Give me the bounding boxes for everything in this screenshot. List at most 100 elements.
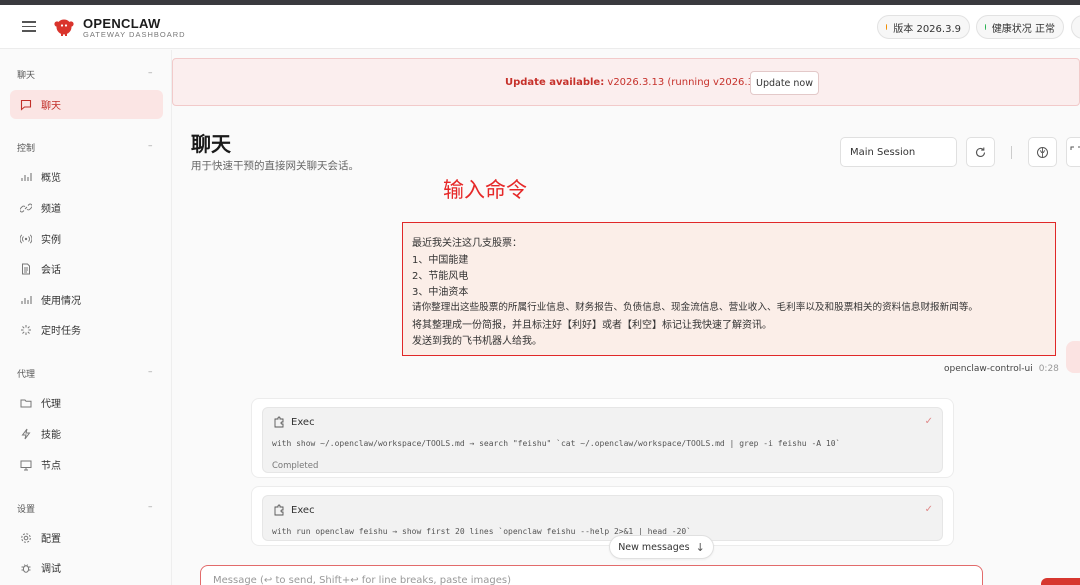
user-avatar [1066, 341, 1080, 373]
puzzle-icon [274, 504, 284, 516]
sidebar-item-label: 使用情况 [41, 296, 81, 307]
brand-name: OPENCLAW [83, 16, 161, 31]
sidebar-item-usage[interactable]: 使用情况 [10, 285, 163, 314]
health-pill: 健康状况 正常 [976, 15, 1064, 39]
sidebar-item-chat[interactable]: 聊天 [10, 90, 163, 119]
sidebar-item-label: 代理 [41, 399, 61, 410]
tool-name: Exec [291, 416, 315, 428]
update-now-button[interactable]: Update now [750, 71, 819, 95]
tool-name: Exec [291, 504, 315, 516]
collapse-icon[interactable]: – [148, 141, 153, 151]
broadcast-icon [19, 232, 33, 246]
sidebar-item-label: 频道 [41, 204, 61, 215]
message-line: 1、中国能建 [412, 255, 469, 266]
version-pill: 版本 2026.3.9 [877, 15, 970, 39]
sidebar-item-nodes[interactable]: 节点 [10, 450, 163, 479]
header-extra-button[interactable] [1071, 15, 1080, 39]
sidebar-section-control: 控制 [17, 144, 36, 154]
message-sender: openclaw-control-ui [944, 364, 1033, 374]
sidebar-item-skills[interactable]: 技能 [10, 419, 163, 448]
document-icon [19, 262, 33, 276]
sidebar-item-sessions[interactable]: 会话 [10, 254, 163, 283]
version-text: 版本 2026.3.9 [893, 23, 961, 35]
collapse-icon[interactable]: – [148, 367, 153, 377]
annotation-label: 输入命令 [443, 178, 527, 202]
send-button[interactable] [1041, 578, 1080, 585]
check-icon: ✓ [924, 504, 933, 515]
spark-icon [19, 323, 33, 337]
brand-subtitle: GATEWAY DASHBOARD [83, 30, 186, 39]
toolbar-divider [1011, 146, 1012, 159]
message-time: 0:28 [1038, 364, 1059, 374]
thinking-toggle-button[interactable] [1028, 137, 1057, 167]
tool-call-body: Exec ✓ with show ~/.openclaw/workspace/T… [262, 407, 943, 473]
expand-icon [1070, 146, 1080, 150]
page-title: 聊天 [191, 132, 231, 156]
sidebar-item-label: 定时任务 [41, 326, 81, 337]
new-messages-label: New messages [618, 541, 690, 553]
tool-call-card[interactable]: Exec ✓ with show ~/.openclaw/workspace/T… [251, 398, 954, 478]
tool-command: with show ~/.openclaw/workspace/TOOLS.md… [272, 439, 841, 448]
sidebar-section-chat: 聊天 [17, 71, 36, 81]
bar-chart-icon [19, 170, 33, 184]
bar-chart-icon [19, 293, 33, 307]
bolt-icon [19, 427, 33, 441]
arrow-down-icon: ↓ [695, 540, 705, 554]
user-message-bubble: 最近我关注这几支股票： 1、中国能建 2、节能风电 3、中油资本 请你整理出这些… [402, 222, 1056, 356]
sidebar-section-agent: 代理 [17, 370, 36, 380]
message-composer [200, 565, 983, 585]
sidebar: 聊天 – 聊天 控制 – 概览 频道 实例 会话 使用情况 定时任务 代理 – … [0, 50, 172, 585]
update-version-text: v2026.3.13 (running v2026.3.9). [604, 77, 771, 88]
chat-icon [19, 98, 33, 112]
message-line: 发送到我的飞书机器人给我。 [412, 336, 542, 347]
sidebar-section-settings: 设置 [17, 505, 36, 515]
tool-call-header: Exec [273, 504, 315, 516]
sidebar-item-label: 概览 [41, 173, 61, 184]
sidebar-item-overview[interactable]: 概览 [10, 162, 163, 191]
sidebar-item-label: 实例 [41, 235, 61, 246]
refresh-button[interactable] [966, 137, 995, 167]
sidebar-item-agents[interactable]: 代理 [10, 388, 163, 417]
top-header: OPENCLAW GATEWAY DASHBOARD 版本 2026.3.9 健… [0, 5, 1080, 49]
message-input[interactable] [213, 575, 953, 585]
new-messages-button[interactable]: New messages ↓ [609, 535, 714, 559]
sidebar-item-channels[interactable]: 频道 [10, 193, 163, 222]
update-banner: Update available: v2026.3.13 (running v2… [172, 58, 1080, 106]
sidebar-item-config[interactable]: 配置 [10, 523, 163, 552]
update-label: Update available: [505, 77, 605, 88]
message-line: 将其整理成一份简报，并且标注好【利好】或者【利空】标记让我快速了解资讯。 [412, 320, 772, 331]
menu-icon[interactable] [22, 21, 36, 32]
message-line: 3、中油资本 [412, 287, 469, 298]
monitor-icon [19, 458, 33, 472]
sidebar-item-label: 调试 [41, 564, 61, 575]
page-subtitle: 用于快速干预的直接网关聊天会话。 [191, 160, 359, 172]
sidebar-item-debug[interactable]: 调试 [10, 553, 163, 582]
focus-mode-button[interactable] [1066, 137, 1080, 167]
sidebar-item-label: 配置 [41, 534, 61, 545]
tool-call-header: Exec [273, 416, 315, 428]
gear-icon [19, 531, 33, 545]
health-text: 健康状况 正常 [991, 23, 1055, 35]
update-text: Update available: v2026.3.13 (running v2… [505, 77, 771, 88]
message-line: 请你整理出这些股票的所属行业信息、财务报告、负债信息、现金流信息、营业收入、毛利… [412, 302, 979, 313]
sidebar-item-label: 聊天 [41, 101, 61, 112]
refresh-icon [975, 147, 986, 157]
message-line: 最近我关注这几支股票： [412, 238, 522, 249]
sidebar-item-instances[interactable]: 实例 [10, 224, 163, 253]
openclaw-logo-icon [54, 19, 74, 36]
check-icon: ✓ [924, 416, 933, 427]
puzzle-icon [274, 416, 284, 428]
folder-icon [19, 396, 33, 410]
sidebar-item-cron[interactable]: 定时任务 [10, 315, 163, 344]
session-select[interactable]: Main Session [840, 137, 957, 167]
tool-call-card[interactable]: Exec ✓ with run openclaw feishu → show f… [251, 486, 954, 546]
brain-icon [1037, 146, 1048, 158]
tool-call-body: Exec ✓ with run openclaw feishu → show f… [262, 495, 943, 541]
sidebar-item-label: 节点 [41, 461, 61, 472]
bug-icon [19, 561, 33, 575]
collapse-icon[interactable]: – [148, 502, 153, 512]
message-line: 2、节能风电 [412, 271, 469, 282]
collapse-icon[interactable]: – [148, 68, 153, 78]
message-meta: openclaw-control-ui 0:28 [944, 364, 1059, 374]
sidebar-item-label: 技能 [41, 430, 61, 441]
